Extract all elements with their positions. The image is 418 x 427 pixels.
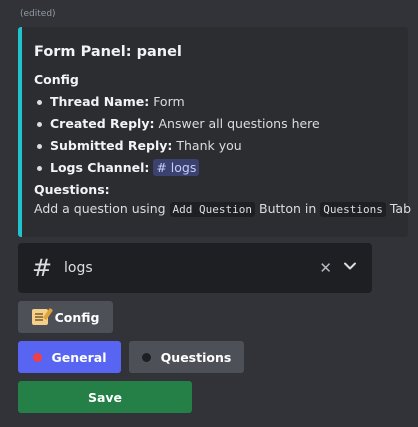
field-label: Submitted Reply: <box>50 138 173 153</box>
config-heading: Config <box>34 72 79 87</box>
field-label: Logs Channel: <box>50 160 150 175</box>
inline-code-questions: Questions <box>320 202 386 217</box>
field-label: Created Reply: <box>50 116 155 131</box>
memo-emoji-icon <box>31 309 48 325</box>
inline-code-add-question: Add Question <box>169 202 256 217</box>
questions-button-label: Questions <box>160 349 232 365</box>
channel-select[interactable]: # logs ✕ <box>18 243 372 293</box>
instruction-text: Add a question using <box>34 201 166 216</box>
hash-icon: # <box>32 254 53 282</box>
config-button-label: Config <box>54 309 100 325</box>
field-label: Thread Name: <box>50 94 150 109</box>
red-circle-icon <box>32 352 42 362</box>
edited-label: (edited) <box>20 9 56 19</box>
config-item-created-reply: Created Reply: Answer all questions here <box>34 113 396 135</box>
config-item-submitted-reply: Submitted Reply: Thank you <box>34 135 396 157</box>
config-item-thread-name: Thread Name: Form <box>34 91 396 113</box>
questions-heading: Questions: <box>34 182 110 197</box>
field-value: Answer all questions here <box>158 116 320 131</box>
field-value: Thank you <box>176 138 242 153</box>
close-icon[interactable]: ✕ <box>319 260 332 276</box>
embed-title: Form Panel: panel <box>34 44 182 60</box>
general-tab-button[interactable]: General <box>18 341 121 373</box>
questions-tab-button[interactable]: Questions <box>129 341 244 373</box>
black-circle-icon <box>141 352 151 362</box>
chevron-down-icon[interactable] <box>342 258 358 278</box>
config-list: Thread Name: Form Created Reply: Answer … <box>34 91 396 179</box>
save-button-label: Save <box>87 389 123 405</box>
form-panel-embed: Form Panel: panel Config Thread Name: Fo… <box>18 27 411 237</box>
config-button[interactable]: Config <box>18 301 113 333</box>
save-button[interactable]: Save <box>18 381 192 413</box>
general-button-label: General <box>51 349 107 365</box>
questions-instructions: Add a question using Add Question Button… <box>34 199 411 220</box>
channel-mention-logs[interactable]: # logs <box>153 159 200 176</box>
field-value: Form <box>153 94 185 109</box>
config-item-logs-channel: Logs Channel: # logs <box>34 157 396 179</box>
channel-select-value: logs <box>64 260 93 276</box>
instruction-text: Button in <box>259 201 317 216</box>
instruction-text: Tab <box>389 201 412 216</box>
